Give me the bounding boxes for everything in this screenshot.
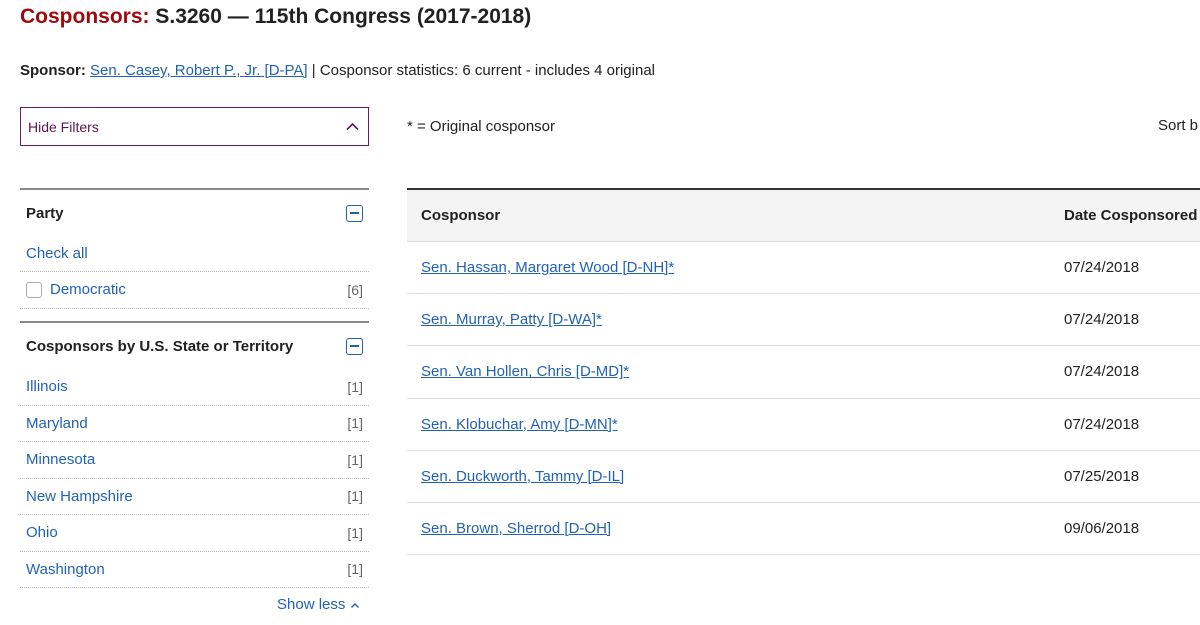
state-facet-header: Cosponsors by U.S. State or Territory xyxy=(20,323,369,369)
sponsor-line: Sponsor: Sen. Casey, Robert P., Jr. [D-P… xyxy=(20,62,655,79)
column-header-date: Date Cosponsored xyxy=(1064,207,1198,224)
cosponsor-date: 07/25/2018 xyxy=(1064,467,1140,485)
show-less-label: Show less xyxy=(277,596,346,613)
table-row: Sen. Murray, Patty [D-WA]* 07/24/2018 xyxy=(407,294,1200,347)
state-item-label: Minnesota xyxy=(26,451,96,469)
collapse-icon[interactable] xyxy=(346,337,363,355)
page-title-label: Cosponsors: xyxy=(20,5,150,28)
cosponsor-date: 07/24/2018 xyxy=(1064,259,1140,277)
cosponsor-date: 09/06/2018 xyxy=(1064,520,1140,538)
party-facet-header: Party xyxy=(20,190,369,236)
state-item-count: [1] xyxy=(347,451,363,468)
party-item-count: [6] xyxy=(347,281,363,298)
cosponsor-date: 07/24/2018 xyxy=(1064,415,1140,433)
party-facet: Party Check all Democratic [6] xyxy=(20,188,369,309)
party-item-left: Democratic xyxy=(26,281,126,298)
state-item-label: New Hampshire xyxy=(26,487,133,505)
state-item-label: Washington xyxy=(26,560,105,578)
table-row: Sen. Van Hollen, Chris [D-MD]* 07/24/201… xyxy=(407,346,1200,399)
cosponsor-link[interactable]: Sen. Klobuchar, Amy [D-MN]* xyxy=(421,416,618,433)
state-item-illinois[interactable]: Illinois [1] xyxy=(20,369,369,406)
page-title: Cosponsors: S.3260 — 115th Congress (201… xyxy=(20,5,531,29)
state-item-label: Ohio xyxy=(26,524,58,542)
table-row: Sen. Duckworth, Tammy [D-IL] 07/25/2018 xyxy=(407,451,1200,503)
cosponsor-link[interactable]: Sen. Van Hollen, Chris [D-MD]* xyxy=(421,363,629,380)
column-header-cosponsor: Cosponsor xyxy=(421,207,501,224)
sponsor-label: Sponsor: xyxy=(20,62,86,79)
chevron-up-icon xyxy=(345,120,359,134)
state-facet: Cosponsors by U.S. State or Territory Il… xyxy=(20,321,369,588)
table-row: Sen. Klobuchar, Amy [D-MN]* 07/24/2018 xyxy=(407,399,1200,451)
cosponsor-link[interactable]: Sen. Hassan, Margaret Wood [D-NH]* xyxy=(421,259,674,276)
table-row: Sen. Hassan, Margaret Wood [D-NH]* 07/24… xyxy=(407,242,1200,295)
state-item-label: Illinois xyxy=(26,378,68,396)
collapse-icon[interactable] xyxy=(346,204,363,222)
party-item-democratic[interactable]: Democratic [6] xyxy=(20,272,369,309)
check-all-link[interactable]: Check all xyxy=(20,236,369,272)
page-title-bill: S.3260 — 115th Congress (2017-2018) xyxy=(155,5,532,28)
state-item-count: [1] xyxy=(347,524,363,541)
state-item-maryland[interactable]: Maryland [1] xyxy=(20,406,369,442)
sponsor-link[interactable]: Sen. Casey, Robert P., Jr. [D-PA] xyxy=(90,62,308,79)
democratic-checkbox[interactable] xyxy=(26,281,42,298)
state-item-ohio[interactable]: Ohio [1] xyxy=(20,515,369,552)
cosponsor-date: 07/24/2018 xyxy=(1064,363,1140,381)
table-row: Sen. Brown, Sherrod [D-OH] 09/06/2018 xyxy=(407,503,1200,556)
cosponsor-table: Cosponsor Date Cosponsored Sen. Hassan, … xyxy=(407,188,1200,556)
sort-by-label[interactable]: Sort b xyxy=(1158,117,1198,134)
state-item-new-hampshire[interactable]: New Hampshire [1] xyxy=(20,479,369,515)
state-item-minnesota[interactable]: Minnesota [1] xyxy=(20,442,369,479)
original-cosponsor-note: * = Original cosponsor xyxy=(407,118,555,135)
state-item-count: [1] xyxy=(347,561,363,578)
state-item-label: Maryland xyxy=(26,414,88,432)
cosponsor-stats: | Cosponsor statistics: 6 current - incl… xyxy=(311,62,655,79)
chevron-up-icon xyxy=(350,596,360,613)
party-facet-title: Party xyxy=(26,204,64,222)
state-item-washington[interactable]: Washington [1] xyxy=(20,552,369,588)
state-item-count: [1] xyxy=(347,378,363,395)
hide-filters-label: Hide Filters xyxy=(28,118,99,135)
cosponsor-link[interactable]: Sen. Brown, Sherrod [D-OH] xyxy=(421,520,611,537)
cosponsor-link[interactable]: Sen. Murray, Patty [D-WA]* xyxy=(421,311,602,328)
cosponsor-link[interactable]: Sen. Duckworth, Tammy [D-IL] xyxy=(421,468,624,485)
party-item-label: Democratic xyxy=(50,281,126,299)
state-item-count: [1] xyxy=(347,488,363,505)
state-facet-title: Cosponsors by U.S. State or Territory xyxy=(26,337,294,355)
show-less-link[interactable]: Show less xyxy=(277,596,360,613)
hide-filters-button[interactable]: Hide Filters xyxy=(20,107,369,146)
table-header: Cosponsor Date Cosponsored xyxy=(407,190,1200,242)
cosponsor-date: 07/24/2018 xyxy=(1064,311,1140,329)
state-item-count: [1] xyxy=(347,415,363,432)
